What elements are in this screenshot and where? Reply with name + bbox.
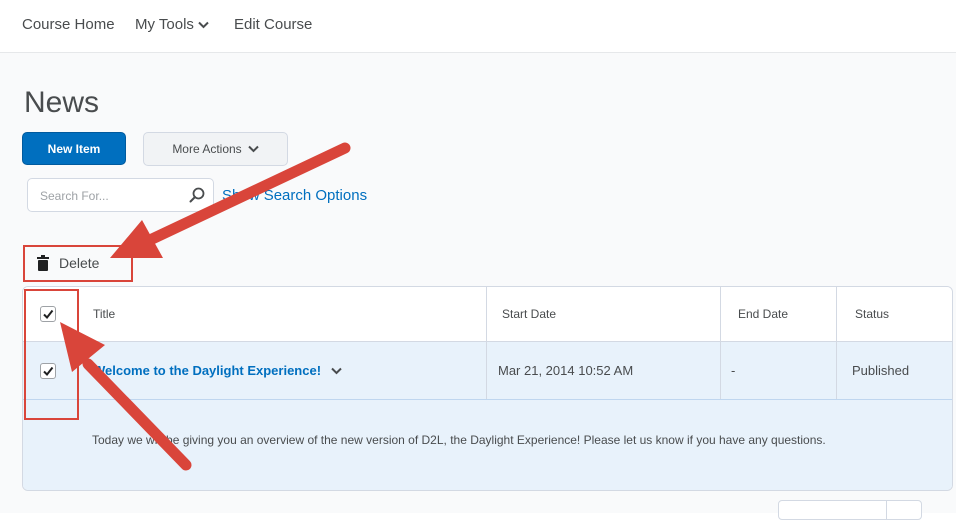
chevron-down-icon[interactable] [330,367,342,375]
column-header-status[interactable]: Status [855,307,889,321]
news-item-body-row: Today we will be giving you an overview … [23,400,952,490]
news-item-body: Today we will be giving you an overview … [92,433,826,447]
search-field [27,178,214,212]
table-header: Title Start Date End Date Status [23,287,952,342]
nav-course-home[interactable]: Course Home [22,16,115,33]
page-size-select[interactable] [778,500,922,520]
news-item-status: Published [852,363,910,378]
news-table: Title Start Date End Date Status Welcome… [22,286,953,491]
search-input[interactable] [38,186,182,206]
top-nav-bar: Course Home My Tools Edit Course [0,0,956,53]
column-divider [486,287,487,399]
more-actions-label: More Actions [172,142,242,156]
table-row: Welcome to the Daylight Experience! Mar … [23,342,952,400]
annotation-box-delete [23,245,133,282]
select-divider [886,501,887,519]
news-item-title-link[interactable]: Welcome to the Daylight Experience! [93,363,342,378]
page-title: News [24,86,100,120]
nav-edit-course[interactable]: Edit Course [234,16,312,33]
nav-my-tools-label: My Tools [135,16,194,33]
column-divider [720,287,721,399]
news-item-start-date: Mar 21, 2014 10:52 AM [498,363,634,378]
annotation-box-checkboxes [24,289,79,420]
column-header-start-date[interactable]: Start Date [502,307,556,321]
show-search-options-link[interactable]: Show Search Options [222,187,367,204]
column-header-title[interactable]: Title [93,307,115,321]
chevron-down-icon [198,21,209,29]
search-icon[interactable] [188,186,206,204]
nav-my-tools[interactable]: My Tools [135,16,209,33]
more-actions-button[interactable]: More Actions [143,132,288,166]
news-item-title: Welcome to the Daylight Experience! [93,363,322,378]
new-item-button[interactable]: New Item [22,132,126,165]
column-divider [836,287,837,399]
news-item-end-date: - [731,363,736,378]
column-header-end-date[interactable]: End Date [738,307,788,321]
chevron-down-icon [247,145,259,153]
